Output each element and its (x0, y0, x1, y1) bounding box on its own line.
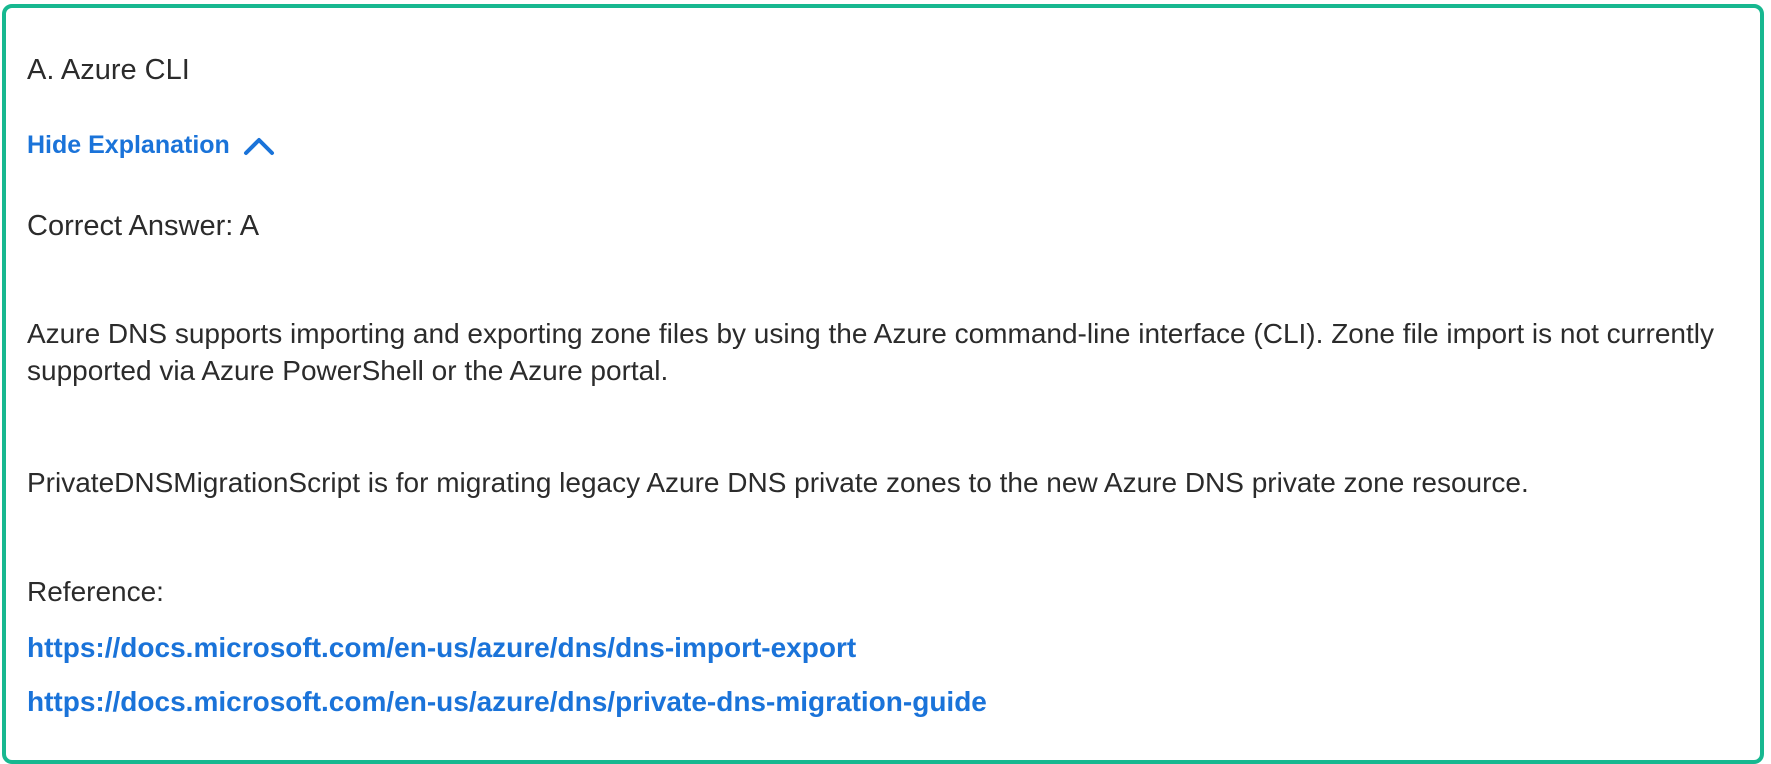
reference-label: Reference: (27, 576, 164, 607)
explanation-panel: A. Azure CLI Hide Explanation Correct An… (2, 4, 1764, 764)
explanation-paragraph: PrivateDNSMigrationScript is for migrati… (27, 467, 1529, 498)
correct-answer-text: Correct Answer: A (27, 210, 260, 242)
hide-explanation-label[interactable]: Hide Explanation (27, 131, 230, 160)
reference-link[interactable]: https://docs.microsoft.com/en-us/azure/d… (27, 684, 987, 720)
chevron-up-icon[interactable] (242, 133, 276, 159)
answer-option[interactable]: A. Azure CLI (27, 52, 190, 88)
hide-explanation-toggle[interactable]: Hide Explanation (27, 131, 276, 160)
explanation-paragraph: Azure DNS supports importing and exporti… (27, 318, 1714, 386)
reference-link[interactable]: https://docs.microsoft.com/en-us/azure/d… (27, 630, 856, 666)
